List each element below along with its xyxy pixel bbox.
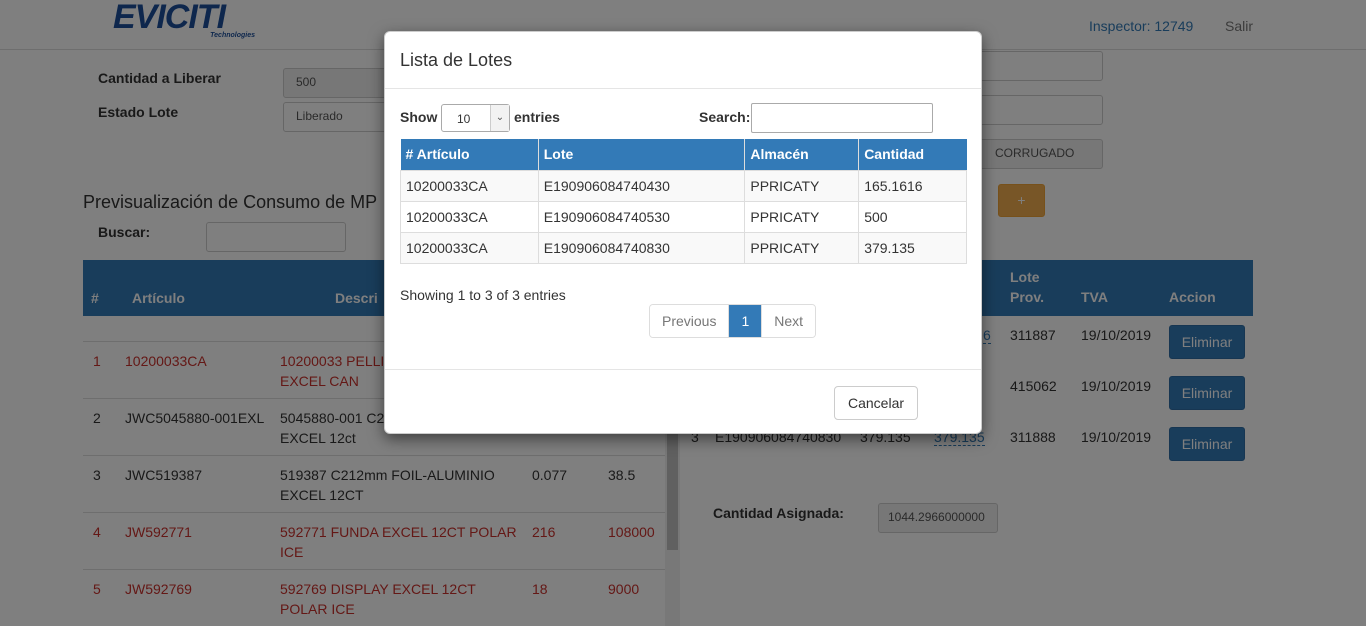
cell-lote: E190906084740830 — [537, 231, 746, 264]
pagination-page-1[interactable]: 1 — [729, 305, 763, 337]
pagination: Previous 1 Next — [649, 304, 817, 338]
cell-cantidad: 165.1616 — [858, 169, 967, 202]
cell-cantidad: 500 — [858, 200, 967, 233]
search-label: Search: — [699, 109, 751, 125]
cell-articulo: 10200033CA — [400, 169, 539, 202]
lotes-table: # Artículo Lote Almacén Cantidad 1020003… — [400, 139, 967, 264]
entries-select[interactable]: 10 ⌄ — [441, 104, 510, 132]
entries-select-value: 10 — [457, 112, 471, 126]
cell-lote: E190906084740530 — [537, 200, 746, 233]
lista-lotes-modal: Lista de Lotes Show 10 ⌄ entries Search:… — [384, 31, 982, 434]
cell-almacen: PPRICATY — [744, 200, 860, 233]
cell-almacen: PPRICATY — [744, 231, 860, 264]
table-row[interactable]: 10200033CA E190906084740530 PPRICATY 500 — [400, 200, 967, 233]
table-info: Showing 1 to 3 of 3 entries — [400, 287, 566, 303]
cell-almacen: PPRICATY — [744, 169, 860, 202]
table-header-row: # Artículo Lote Almacén Cantidad — [400, 139, 967, 170]
cell-articulo: 10200033CA — [400, 231, 539, 264]
cell-articulo: 10200033CA — [400, 200, 539, 233]
col-cantidad[interactable]: Cantidad — [858, 139, 967, 170]
cancel-button[interactable]: Cancelar — [834, 386, 918, 420]
pagination-previous[interactable]: Previous — [650, 305, 730, 337]
table-row[interactable]: 10200033CA E190906084740830 PPRICATY 379… — [400, 231, 967, 264]
modal-header: Lista de Lotes — [385, 32, 981, 89]
cell-lote: E190906084740430 — [537, 169, 746, 202]
pagination-next[interactable]: Next — [762, 305, 816, 337]
entries-label: entries — [514, 109, 560, 125]
show-label: Show — [400, 109, 438, 125]
search-input[interactable] — [751, 103, 933, 133]
table-row[interactable]: 10200033CA E190906084740430 PPRICATY 165… — [400, 169, 967, 202]
chevron-down-icon: ⌄ — [490, 105, 509, 131]
cell-cantidad: 379.135 — [858, 231, 967, 264]
col-lote[interactable]: Lote — [538, 139, 746, 170]
col-articulo[interactable]: # Artículo — [400, 139, 539, 170]
modal-footer-divider — [385, 369, 981, 370]
modal-title: Lista de Lotes — [400, 50, 513, 70]
col-almacen[interactable]: Almacén — [744, 139, 860, 170]
